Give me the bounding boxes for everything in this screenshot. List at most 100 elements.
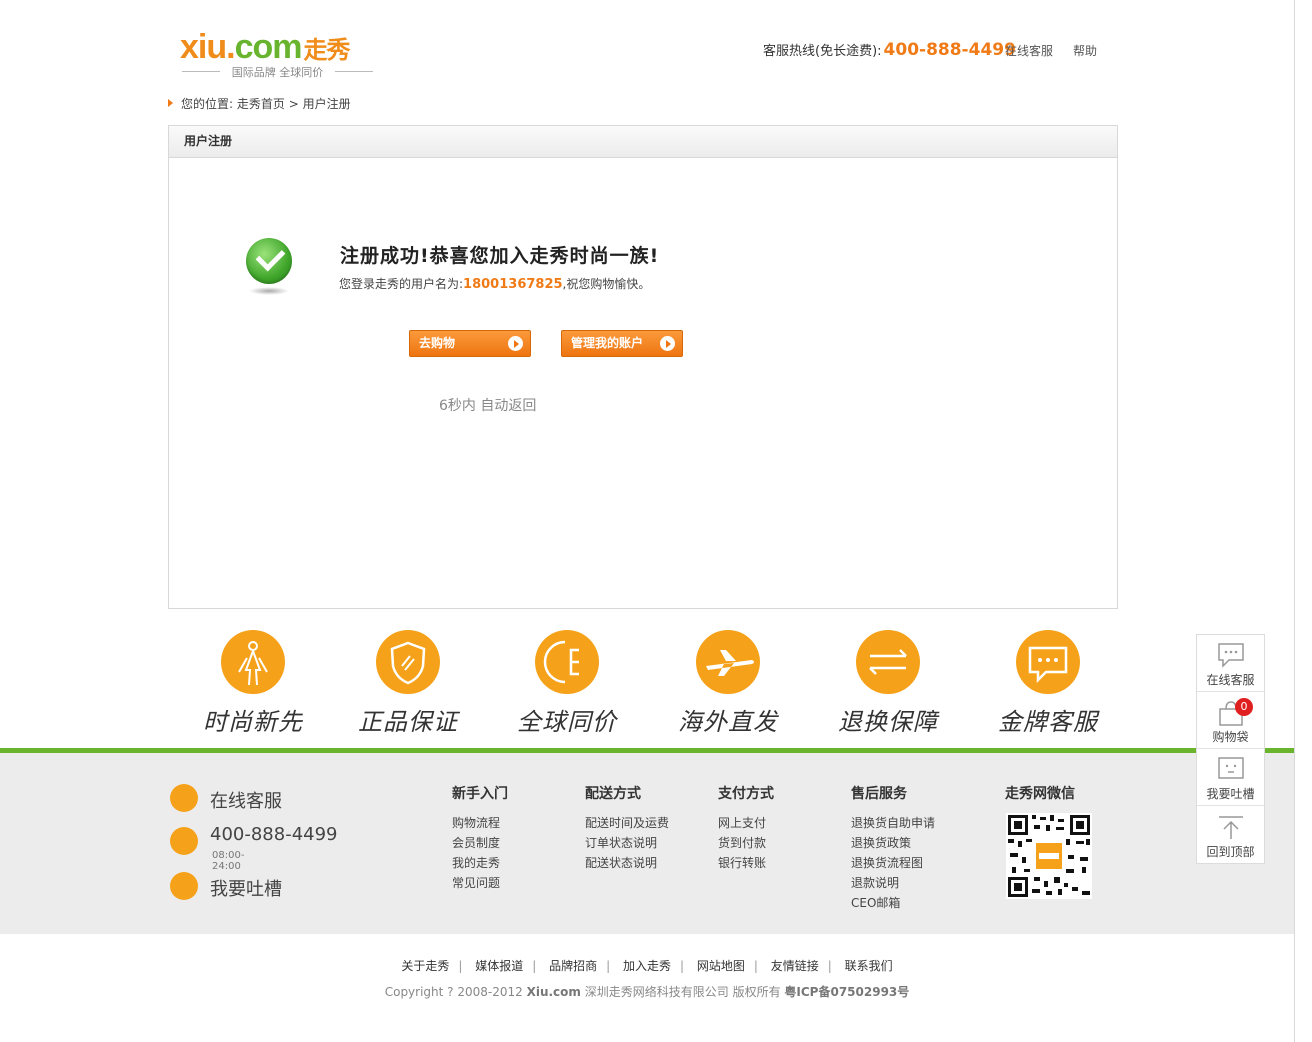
arrow-right-icon xyxy=(508,336,523,351)
arrow-up-icon xyxy=(1219,816,1243,839)
breadcrumb-current: 用户注册 xyxy=(302,97,351,111)
breadcrumb-arrow-icon xyxy=(168,99,173,107)
sidebar-label: 购物袋 xyxy=(1212,730,1249,744)
footer-column-delivery: 配送方式 配送时间及运费 订单状态说明 配送状态说明 xyxy=(585,783,669,873)
footer-link[interactable]: 退换货自助申请 xyxy=(851,813,935,833)
logo-cn: 走秀 xyxy=(303,37,351,64)
sidebar-shopping-bag[interactable]: 0 购物袋 xyxy=(1197,692,1264,749)
feature-label: 全球同价 xyxy=(517,708,617,736)
bottom-link[interactable]: 关于走秀 xyxy=(401,959,449,973)
bottom-link[interactable]: 网站地图 xyxy=(697,959,745,973)
feature-global-price: 全球同价 xyxy=(502,630,632,737)
bottom-link[interactable]: 联系我们 xyxy=(845,959,893,973)
footer-column-title: 走秀网微信 xyxy=(1005,786,1075,802)
feature-service: 金牌客服 xyxy=(983,630,1113,737)
arrow-right-icon xyxy=(660,336,675,351)
footer-online-label: 在线客服 xyxy=(210,791,282,812)
footer-service-hours: 08:00-24:00 xyxy=(212,850,245,872)
logo-slogan: 国际品牌 全球同价 xyxy=(180,64,375,80)
sidebar-feedback[interactable]: 我要吐槽 xyxy=(1197,749,1264,806)
footer-link[interactable]: 订单状态说明 xyxy=(585,833,669,853)
footer-feedback-label: 我要吐槽 xyxy=(210,879,282,900)
footer-link[interactable]: 退款说明 xyxy=(851,873,935,893)
username: 18001367825 xyxy=(463,277,563,292)
sidebar-label: 我要吐槽 xyxy=(1206,787,1255,801)
feature-label: 海外直发 xyxy=(678,708,778,736)
feedback-icon xyxy=(1218,757,1244,779)
footer-link[interactable]: CEO邮箱 xyxy=(851,893,935,913)
feature-return: 退换保障 xyxy=(823,630,953,737)
success-sub-before: 您登录走秀的用户名为: xyxy=(339,277,464,291)
footer-phone-number: 400-888-4499 xyxy=(210,824,338,845)
feature-overseas: 海外直发 xyxy=(663,630,793,737)
manage-account-label: 管理我的账户 xyxy=(571,336,644,350)
woman-figure-icon xyxy=(221,630,285,694)
sidebar-online-service[interactable]: 在线客服 xyxy=(1197,635,1264,692)
footer-link[interactable]: 我的走秀 xyxy=(452,853,508,873)
feature-authentic: 正品保证 xyxy=(343,630,473,737)
site-logo[interactable]: xiu.com走秀 国际品牌 全球同价 xyxy=(180,30,380,80)
bottom-link[interactable]: 品牌招商 xyxy=(549,959,597,973)
success-message: 您登录走秀的用户名为:18001367825,祝您购物愉快。 xyxy=(339,275,650,292)
header-help-link[interactable]: 帮助 xyxy=(1073,42,1097,59)
bottom-link[interactable]: 加入走秀 xyxy=(623,959,671,973)
qr-code-icon xyxy=(1006,813,1092,899)
icp-number[interactable]: 粤ICP备07502993号 xyxy=(784,985,909,999)
breadcrumb: 您的位置: 走秀首页 > 用户注册 xyxy=(168,95,351,112)
footer-link[interactable]: 网上支付 xyxy=(718,813,774,833)
manage-account-button[interactable]: 管理我的账户 xyxy=(561,330,683,357)
hotline-label: 客服热线(免长途费): xyxy=(763,44,882,59)
breadcrumb-prefix: 您的位置: xyxy=(181,97,234,111)
footer-column-beginner: 新手入门 购物流程 会员制度 我的走秀 常见问题 xyxy=(452,783,508,893)
footer-link[interactable]: 会员制度 xyxy=(452,833,508,853)
feature-label: 正品保证 xyxy=(358,708,458,736)
footer-column-title: 配送方式 xyxy=(585,786,641,802)
footer-link[interactable]: 退换货流程图 xyxy=(851,853,935,873)
footer-column-aftersales: 售后服务 退换货自助申请 退换货政策 退换货流程图 退款说明 CEO邮箱 xyxy=(851,783,935,913)
currency-icon xyxy=(535,630,599,694)
bottom-link[interactable]: 友情链接 xyxy=(771,959,819,973)
smile-icon xyxy=(170,872,198,900)
feature-label: 时尚新先 xyxy=(203,708,303,736)
success-sub-after: ,祝您购物愉快。 xyxy=(562,277,651,291)
vertical-scrollbar[interactable] xyxy=(1294,0,1312,1042)
side-toolbar: 在线客服 0 购物袋 我要吐槽 回到顶部 xyxy=(1196,634,1265,864)
go-shopping-label: 去购物 xyxy=(419,336,456,350)
footer-column-payment: 支付方式 网上支付 货到付款 银行转账 xyxy=(718,783,774,873)
success-title: 注册成功!恭喜您加入走秀时尚一族! xyxy=(340,245,660,267)
bottom-link[interactable]: 媒体报道 xyxy=(475,959,523,973)
hotline-number: 400-888-4499 xyxy=(883,40,1016,60)
footer-column-wechat: 走秀网微信 xyxy=(1005,783,1075,813)
exchange-arrows-icon xyxy=(856,630,920,694)
footer-link[interactable]: 银行转账 xyxy=(718,853,774,873)
chat-icon xyxy=(170,784,198,812)
cart-count-badge: 0 xyxy=(1235,698,1253,716)
footer-column-title: 新手入门 xyxy=(452,786,508,802)
hotline: 客服热线(免长途费): 400-888-4499 xyxy=(763,40,1016,60)
panel-title: 用户注册 xyxy=(169,126,1117,158)
copyright-company: 深圳走秀网络科技有限公司 版权所有 xyxy=(584,985,781,999)
breadcrumb-sep: > xyxy=(288,97,299,111)
go-shopping-button[interactable]: 去购物 xyxy=(409,330,531,357)
bottom-nav: 关于走秀 | 媒体报道 | 品牌招商 | 加入走秀 | 网站地图 | 友情链接 | 联系我们 xyxy=(401,959,893,973)
feature-label: 金牌客服 xyxy=(998,708,1098,736)
footer-link[interactable]: 常见问题 xyxy=(452,873,508,893)
breadcrumb-home-link[interactable]: 走秀首页 xyxy=(237,97,285,111)
footer-link[interactable]: 购物流程 xyxy=(452,813,508,833)
copyright-text: Copyright ? 2008-2012 xyxy=(384,985,523,999)
sidebar-back-to-top[interactable]: 回到顶部 xyxy=(1197,806,1264,863)
icon-shadow xyxy=(249,287,289,295)
chat-icon xyxy=(1218,643,1244,668)
footer-link[interactable]: 货到付款 xyxy=(718,833,774,853)
footer-link[interactable]: 配送状态说明 xyxy=(585,853,669,873)
register-panel: 用户注册 xyxy=(168,125,1118,609)
footer-link[interactable]: 配送时间及运费 xyxy=(585,813,669,833)
footer-link[interactable]: 退换货政策 xyxy=(851,833,935,853)
phone-icon xyxy=(170,827,198,855)
header-online-service-link[interactable]: 在线客服 xyxy=(1005,42,1053,59)
copyright-site: Xiu.com xyxy=(526,985,581,999)
chat-bubble-icon xyxy=(1016,630,1080,694)
wechat-qr-code xyxy=(1006,813,1092,899)
airplane-icon xyxy=(696,630,760,694)
sidebar-label: 回到顶部 xyxy=(1206,845,1255,859)
